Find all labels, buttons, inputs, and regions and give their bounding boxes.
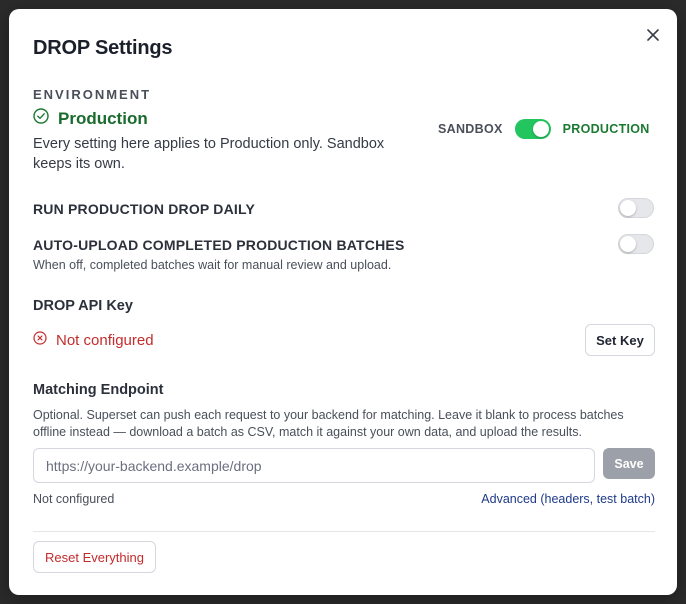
environment-toggle-group: SANDBOX PRODUCTION (438, 119, 650, 139)
endpoint-url-input[interactable] (33, 448, 595, 483)
environment-description: Every setting here applies to Production… (33, 136, 385, 172)
run-daily-toggle[interactable] (618, 198, 654, 218)
settings-dialog: DROP Settings ENVIRONMENT Production Eve… (9, 9, 677, 595)
endpoint-status: Not configured (33, 492, 115, 506)
divider (33, 531, 655, 532)
x-circle-icon (33, 331, 47, 349)
api-key-status: Not configured (33, 331, 154, 349)
environment-label: ENVIRONMENT (33, 87, 152, 102)
run-daily-label: RUN PRODUCTION DROP DAILY (33, 201, 256, 217)
api-key-status-text: Not configured (56, 331, 154, 349)
toggle-knob (532, 121, 549, 137)
advanced-link[interactable]: Advanced (headers, test batch) (481, 492, 655, 506)
set-key-button[interactable]: Set Key (585, 324, 655, 356)
environment-status: Production (33, 108, 148, 129)
reset-everything-button[interactable]: Reset Everything (33, 541, 156, 573)
endpoint-heading: Matching Endpoint (33, 382, 164, 398)
production-label: PRODUCTION (562, 122, 650, 136)
api-key-heading: DROP API Key (33, 298, 133, 314)
auto-upload-help: When off, completed batches wait for man… (33, 258, 392, 272)
auto-upload-label: AUTO-UPLOAD COMPLETED PRODUCTION BATCHES (33, 237, 405, 253)
check-circle-icon (33, 108, 49, 129)
close-icon[interactable] (643, 25, 663, 45)
environment-toggle[interactable] (514, 119, 551, 139)
toggle-knob (620, 200, 636, 216)
environment-status-text: Production (58, 108, 148, 128)
endpoint-description: Optional. Superset can push each request… (33, 408, 624, 439)
save-endpoint-button[interactable]: Save (603, 448, 655, 479)
dialog-title: DROP Settings (33, 37, 173, 59)
toggle-knob (620, 236, 636, 252)
sandbox-label: SANDBOX (438, 122, 503, 136)
auto-upload-toggle[interactable] (618, 234, 654, 254)
